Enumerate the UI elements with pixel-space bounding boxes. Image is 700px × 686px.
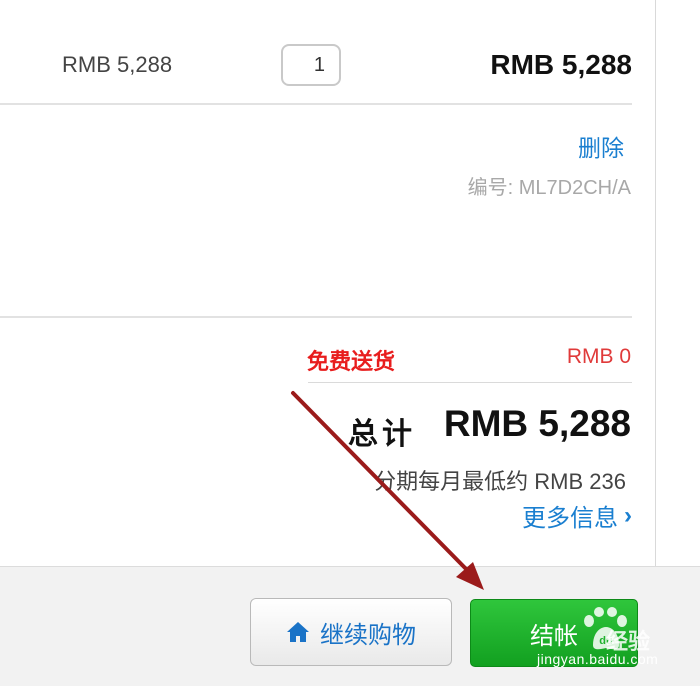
annotation-arrow-icon — [291, 391, 484, 590]
